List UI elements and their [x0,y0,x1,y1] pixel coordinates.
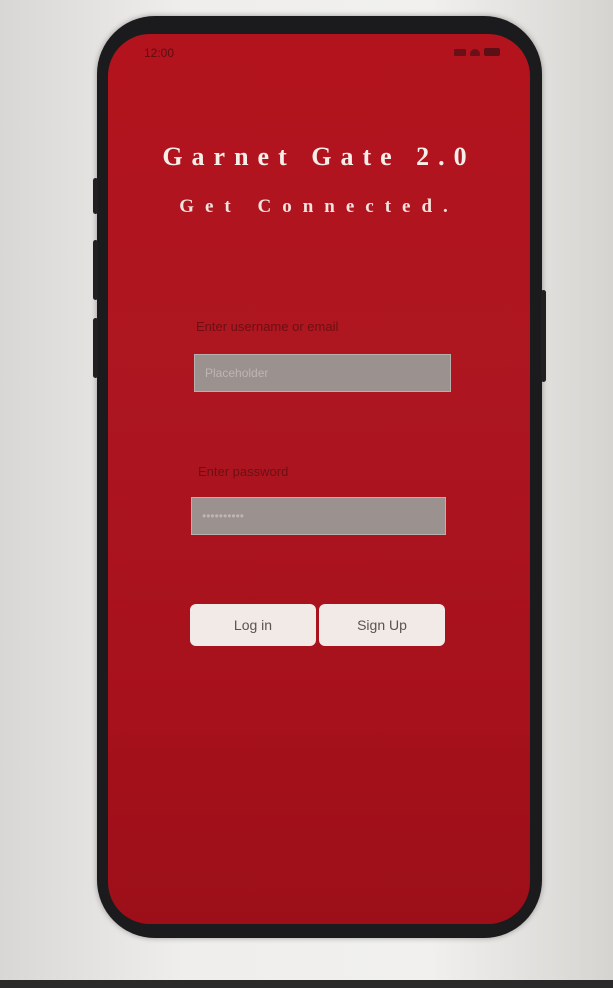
username-label: Enter username or email [196,319,339,334]
phone-side-button [93,178,98,214]
phone-volume-down-button [93,318,98,378]
app-title: Garnet Gate 2.0 [162,142,476,171]
signal-icon [454,48,466,56]
phone-power-button [541,290,546,382]
phone-volume-up-button [93,240,98,300]
auth-buttons: Log in Sign Up [190,604,445,646]
login-button[interactable]: Log in [190,604,316,646]
username-input[interactable] [194,354,451,392]
app-subtitle: Get Connected. [179,196,459,217]
signup-button[interactable]: Sign Up [319,604,445,646]
status-bar: 12:00 [108,34,530,70]
status-icons [454,48,500,56]
password-label: Enter password [198,464,289,479]
wifi-icon [470,48,480,56]
password-input[interactable] [191,497,446,535]
battery-icon [484,48,500,56]
app-screen: 12:00 Garnet Gate 2.0 Get Connected. Ent… [108,34,530,924]
status-time: 12:00 [144,46,175,60]
photo-bottom-edge [0,980,613,988]
